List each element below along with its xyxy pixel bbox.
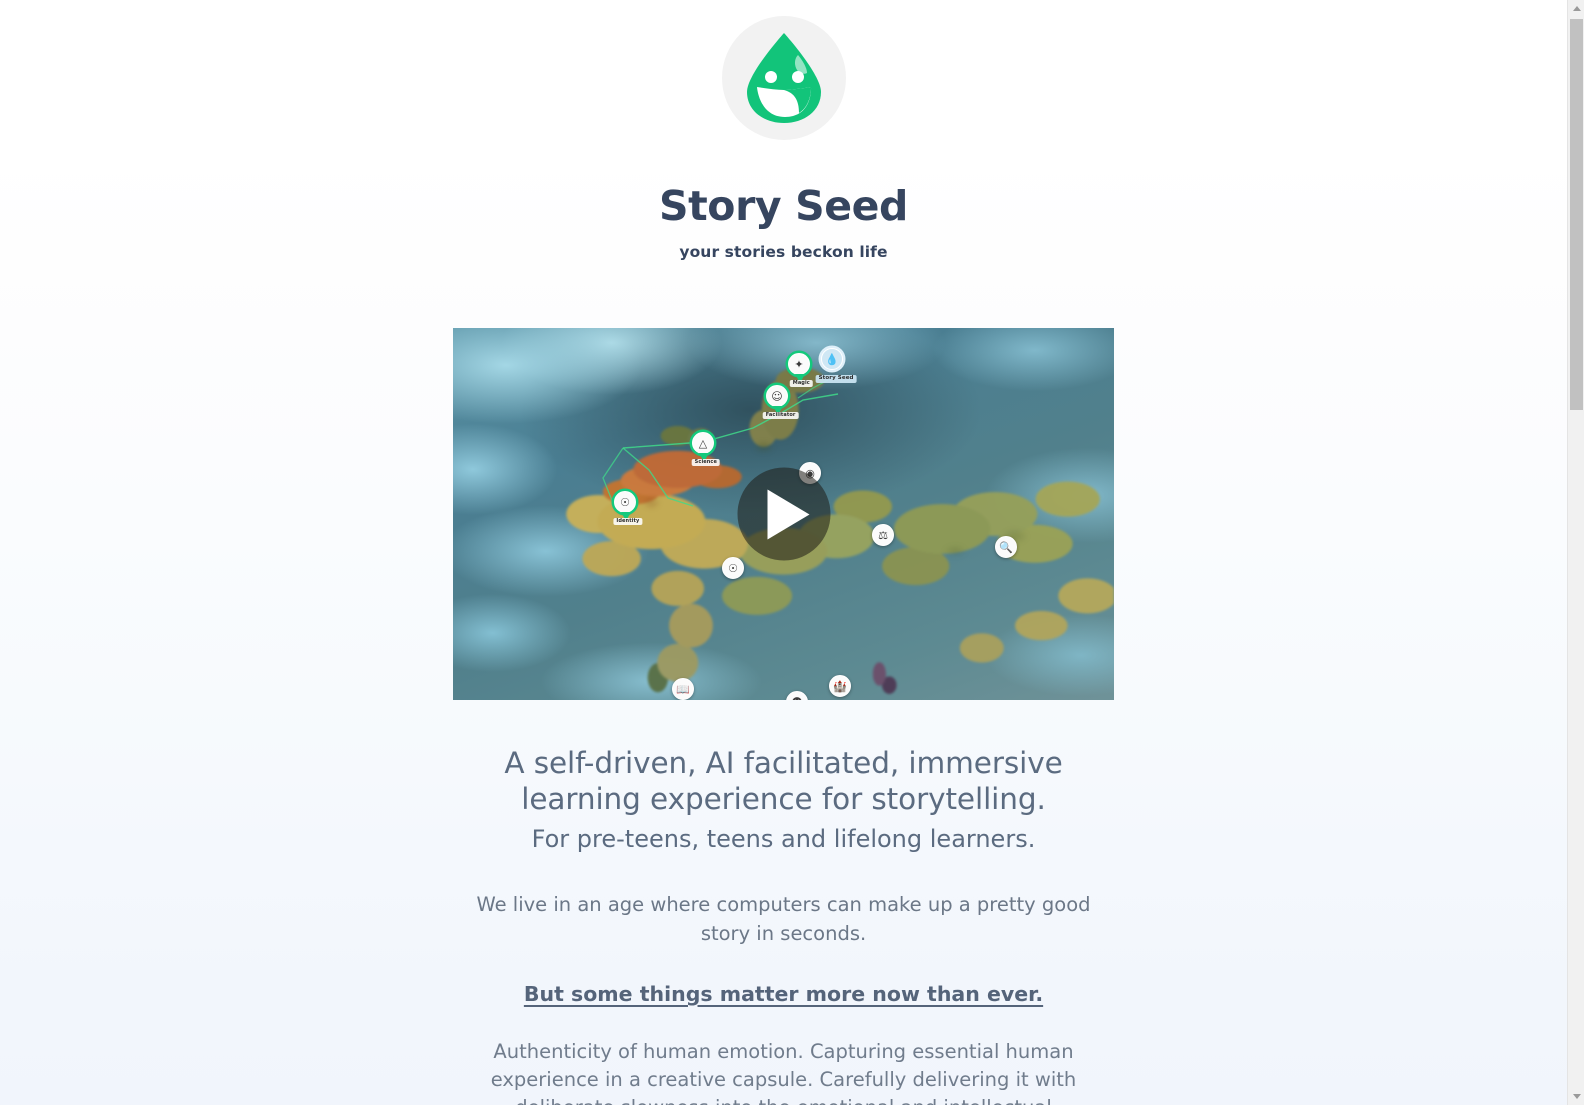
map-marker-facilitator[interactable]: ☺ Facilitator (762, 385, 799, 420)
castle-icon: 🏰 (833, 679, 847, 693)
hero-paragraph-1: We live in an age where computers can ma… (476, 893, 1091, 945)
page-scrollbar[interactable] (1567, 0, 1584, 1105)
hero-emphasis: But some things matter more now than eve… (523, 981, 1044, 1006)
magnifier-icon: 🔍 (999, 540, 1013, 554)
compass-icon: ☉ (728, 561, 738, 575)
map-marker-compass[interactable]: ☉ (722, 557, 744, 580)
mountain-icon: △ (698, 436, 708, 450)
hero-subhead: For pre-teens, teens and lifelong learne… (531, 825, 1036, 854)
robot-face-icon: ☺ (771, 389, 783, 403)
water-drop-icon: 💧 (825, 352, 839, 366)
map-marker-science[interactable]: △ Science (691, 432, 720, 467)
map-marker-story-seed[interactable]: 💧 Story Seed (815, 348, 857, 383)
site-tagline: your stories beckon life (679, 243, 888, 262)
book-icon: 📖 (676, 682, 690, 696)
map-marker-book[interactable]: 📖 (672, 678, 694, 701)
map-marker-label: Facilitator (762, 412, 799, 420)
scroll-thumb[interactable] (1570, 19, 1583, 410)
browser-viewport: Story Seed your stories beckon life 💧 St… (0, 0, 1584, 1105)
fingerprint-icon: ☉ (620, 495, 630, 509)
play-triangle-icon (767, 489, 809, 540)
map-marker-magic[interactable]: ✦ Magic (788, 353, 813, 388)
sparkle-icon: ✦ (794, 357, 804, 371)
map-marker-identity[interactable]: ☉ Identity (613, 491, 643, 526)
page-title: Story Seed (658, 182, 908, 230)
map-marker-label: Magic (789, 380, 813, 388)
map-marker-label: Identity (613, 518, 643, 526)
hero-paragraph-2: Authenticity of human emotion. Capturing… (490, 1039, 1077, 1105)
map-marker-scales[interactable]: ⚖ (872, 524, 894, 547)
page-content: Story Seed your stories beckon life 💧 St… (0, 0, 1567, 1105)
map-marker-magnifier[interactable]: 🔍 (995, 536, 1017, 559)
map-marker-castle[interactable]: 🏰 (829, 675, 851, 698)
map-marker-label: Story Seed (815, 375, 857, 383)
hero-headline: A self-driven, AI facilitated, immersive… (504, 746, 1063, 817)
page-root: Story Seed your stories beckon life 💧 St… (0, 0, 1567, 1105)
mask-icon: ☻ (791, 697, 802, 701)
scroll-up-arrow-icon[interactable] (1568, 0, 1584, 17)
play-button[interactable] (737, 467, 830, 561)
water-drop-smiley-logo-icon (741, 31, 827, 125)
scales-icon: ⚖ (878, 528, 888, 542)
intro-video-player[interactable]: 💧 Story Seed ✦ Magic ☺ Facilitator △ Sci… (453, 328, 1114, 701)
map-marker-label: Science (691, 459, 720, 467)
scroll-down-arrow-icon[interactable] (1568, 1088, 1584, 1105)
site-logo[interactable] (721, 16, 846, 140)
